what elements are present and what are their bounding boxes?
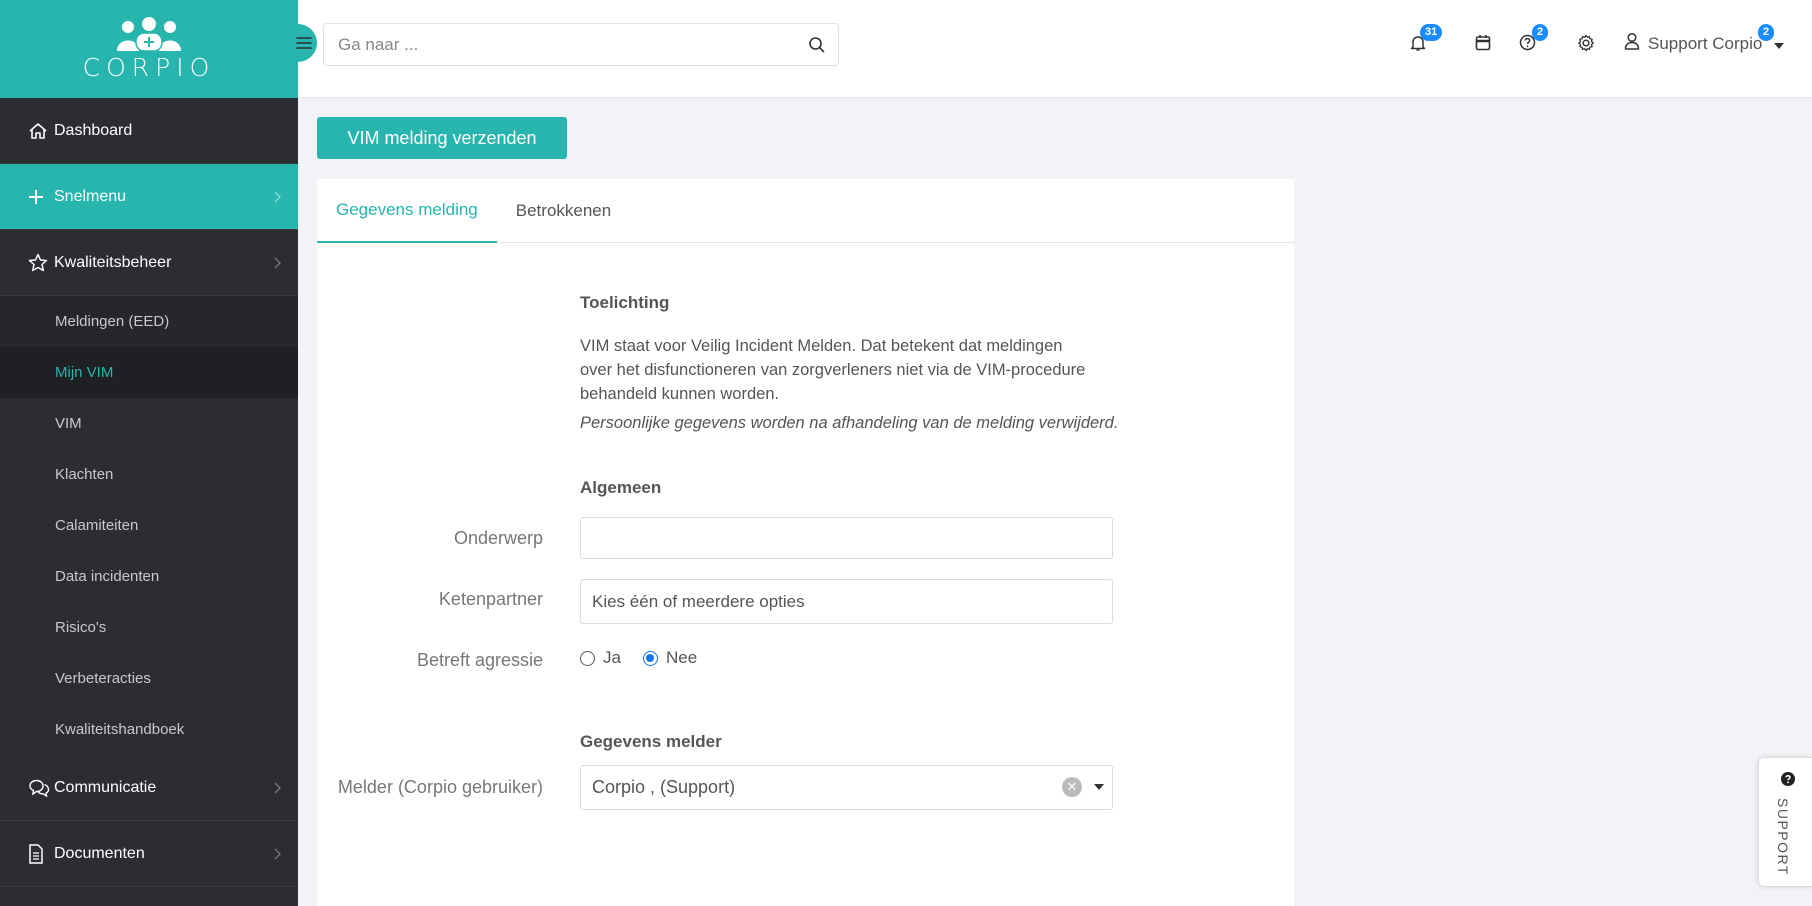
toelichting-text: VIM staat voor Veilig Incident Melden. D… [580,337,1086,403]
ketenpartner-select[interactable] [580,579,1113,624]
sidebar-item-kwaliteitsbeheer[interactable]: Kwaliteitsbeheer [0,230,298,296]
sidebar-item-communicatie[interactable]: Communicatie [0,755,298,821]
agressie-nee-label: Nee [665,648,698,667]
star-icon [28,253,50,272]
user-name: Support Corpio [1648,33,1763,53]
gear-icon[interactable] [1577,34,1595,57]
sidebar-item-label: Documenten [54,844,145,862]
question-circle-icon [1781,772,1795,791]
tab-betrokkenen[interactable]: Betrokkenen [497,179,630,243]
sidebar-toggle-button[interactable] [279,24,317,62]
form-card: Gegevens melding Betrokkenen Toelichting… [317,179,1294,906]
search-input[interactable] [338,34,798,55]
chevron-right-icon [274,847,282,865]
support-tab[interactable]: SUPPORT [1758,757,1812,887]
sidebar-item-dashboard[interactable]: Dashboard [0,98,298,164]
caret-down-icon [1774,34,1785,54]
sidebar-item-label: Communicatie [54,778,157,796]
sidebar-item-label: Snelmenu [54,187,127,205]
chevron-right-icon [274,781,282,799]
plus-icon [28,189,50,205]
clear-selection-icon[interactable]: ✕ [1062,777,1082,797]
gegevens-melder-title: Gegevens melder [580,732,722,751]
search-icon[interactable] [808,36,826,59]
sidebar-subitem-vim[interactable]: VIM [0,398,298,449]
support-label: SUPPORT [1775,798,1791,876]
agressie-label: Betreft agressie [416,650,543,670]
logo[interactable]: CORPIO [0,0,317,98]
agressie-nee-radio[interactable] [642,650,658,666]
agressie-radio-group: Ja Nee [580,648,697,668]
sidebar-subitem-klachten[interactable]: Klachten [0,449,298,500]
top-header: 31 2 Support Corpio 2 [298,0,1812,98]
melder-select[interactable]: Corpio , (Support) ✕ [580,765,1113,810]
tab-gegevens-melding[interactable]: Gegevens melding [317,179,497,243]
user-icon [1624,32,1640,55]
user-badge: 2 [1758,24,1775,41]
chevron-right-icon [274,256,282,274]
sidebar-subitem-calamiteiten[interactable]: Calamiteiten [0,500,298,551]
search-box [323,23,839,66]
sidebar-subitem-verbeteracties[interactable]: Verbeteracties [0,653,298,704]
sidebar-subitem-data-incidenten[interactable]: Data incidenten [0,551,298,602]
sidebar-subitem-meldingen[interactable]: Meldingen (EED) [0,296,298,347]
sidebar-item-label: Kwaliteitsbeheer [54,253,172,271]
calendar-icon[interactable] [1475,34,1491,56]
sidebar-subitem-kwaliteitshandboek[interactable]: Kwaliteitshandboek [0,704,298,755]
melder-label: Melder (Corpio gebruiker) [337,777,543,797]
dropdown-arrow-icon[interactable] [1094,784,1104,790]
toelichting-title: Toelichting [580,293,670,312]
home-icon [28,122,50,140]
kwaliteitsbeheer-submenu: Meldingen (EED) Mijn VIM VIM Klachten Ca… [0,296,298,755]
logo-text: CORPIO [82,52,216,82]
send-vim-button[interactable]: VIM melding verzenden [317,117,567,159]
ketenpartner-input[interactable] [592,591,1112,612]
sidebar-item-snelmenu[interactable]: Snelmenu [0,164,298,230]
hamburger-icon [296,37,312,49]
logo-people-icon [114,16,184,51]
chat-icon [28,779,50,797]
sidebar-subitem-risicos[interactable]: Risico's [0,602,298,653]
sidebar-item-label: Dashboard [54,121,133,139]
privacy-note: Persoonlijke gegevens worden na afhandel… [580,414,1119,432]
sidebar-subitem-mijn-vim[interactable]: Mijn VIM [0,347,298,398]
onderwerp-input[interactable] [592,528,1112,548]
agressie-ja-radio[interactable] [580,650,595,666]
sidebar: CORPIO Dashboard Snelmenu Kwaliteitsbehe… [0,0,317,906]
melder-value: Corpio , (Support) [592,777,736,797]
sidebar-item-documenten[interactable]: Documenten [0,821,298,887]
document-icon [28,843,50,864]
algemeen-title: Algemeen [580,478,662,497]
onderwerp-label: Onderwerp [453,528,543,548]
chevron-right-icon [274,190,282,208]
tabs: Gegevens melding Betrokkenen [317,179,1294,243]
agressie-ja-label: Ja [603,648,621,667]
notifications-badge: 31 [1420,24,1443,41]
onderwerp-field [580,517,1113,559]
ketenpartner-label: Ketenpartner [438,589,543,609]
help-badge: 2 [1532,24,1549,41]
